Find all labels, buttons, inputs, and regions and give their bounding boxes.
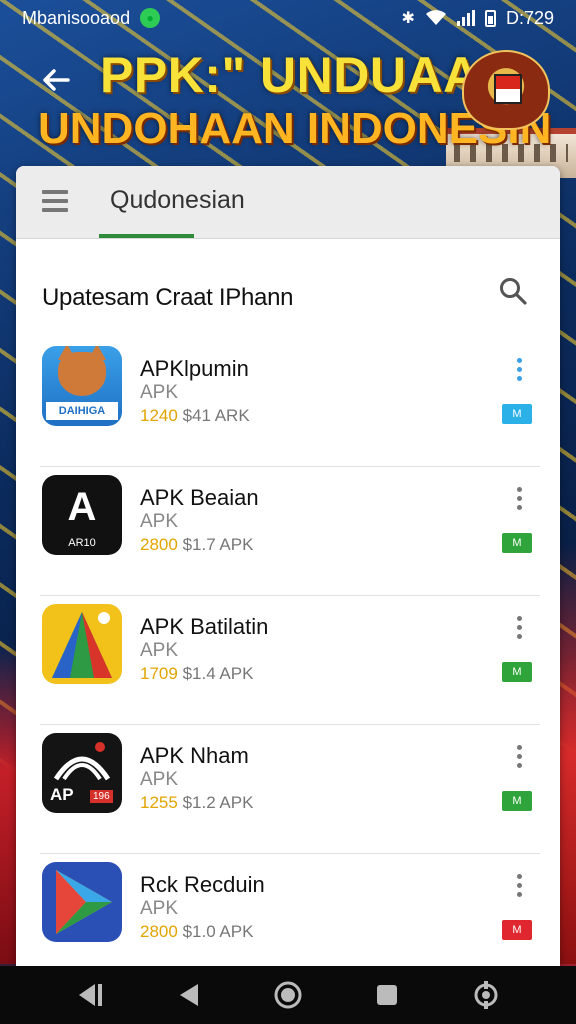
back-icon[interactable] [171, 977, 207, 1013]
battery-icon [484, 9, 496, 27]
list-item[interactable]: A AR10 APK Beaian APK 2800 $1.7 APK M [40, 467, 540, 596]
list-item[interactable]: Rck Recduin APK 2800 $1.0 APK M [40, 854, 540, 966]
app-type: APK [140, 898, 179, 919]
app-meta: 2800 $1.0 APK [140, 922, 254, 941]
more-options-icon[interactable] [514, 358, 524, 388]
carrier-label: Mbanisooaod [22, 7, 131, 28]
tab-indicator [99, 234, 194, 238]
app-meta: 1240 $41 ARK [140, 406, 250, 425]
section-title: Upatesam Craat IPhann [42, 284, 294, 311]
app-name: APK Beaian [140, 485, 259, 510]
app-meta: 1709 $1.4 APK [140, 664, 254, 683]
signal-icon [456, 10, 475, 26]
recents-icon[interactable] [369, 977, 405, 1013]
clock: D:729 [505, 7, 554, 28]
emblem-logo [462, 50, 550, 130]
list-item[interactable]: AP 196 APK Nham APK 1255 $1.2 APK M [40, 725, 540, 854]
more-options-icon[interactable] [514, 745, 524, 775]
hamburger-menu-icon[interactable] [42, 190, 68, 212]
more-options-icon[interactable] [514, 616, 524, 646]
app-meta: 1255 $1.2 APK [140, 793, 254, 812]
search-icon[interactable] [498, 276, 528, 306]
notification-icon: ● [140, 8, 161, 28]
app-type: APK [140, 511, 179, 532]
tab-qudonesian[interactable]: Qudonesian [110, 186, 245, 215]
app-list-card: Qudonesian Upatesam Craat IPhann DAIHIGA… [16, 166, 560, 966]
app-list: DAIHIGA APKlpumin APK 1240 $41 ARK M A A… [40, 338, 540, 966]
status-badge: M [502, 533, 532, 553]
app-type: APK [140, 640, 179, 661]
black-ap-icon: AP 196 [42, 733, 122, 813]
app-name: APK Batilatin [140, 614, 269, 639]
app-name: APKlpumin [140, 356, 249, 381]
wifi-icon [425, 10, 446, 25]
app-meta: 2800 $1.7 APK [140, 535, 254, 554]
app-bar: Qudonesian [16, 166, 560, 239]
fox-icon: DAIHIGA [42, 346, 122, 426]
assistant-icon[interactable] [468, 977, 504, 1013]
status-badge: M [502, 404, 532, 424]
list-item[interactable]: APK Batilatin APK 1709 $1.4 APK M [40, 596, 540, 725]
bluetooth-icon: ✱ [401, 10, 415, 27]
app-type: APK [140, 769, 179, 790]
app-name: APK Nham [140, 743, 249, 768]
app-name: Rck Recduin [140, 872, 265, 897]
play-icon [42, 862, 122, 942]
navigation-bar [0, 966, 576, 1024]
list-item[interactable]: DAIHIGA APKlpumin APK 1240 $41 ARK M [40, 338, 540, 467]
more-options-icon[interactable] [514, 487, 524, 517]
triangle-icon [42, 604, 122, 684]
status-bar: Mbanisooaod ● ✱ D:729 [0, 0, 576, 36]
status-badge: M [502, 920, 532, 940]
black-a-icon: A AR10 [42, 475, 122, 555]
status-badge: M [502, 662, 532, 682]
banner-title-line1: PPK:" UNDUAAN [100, 47, 517, 103]
app-type: APK [140, 382, 179, 403]
back-arrow-icon[interactable] [38, 62, 78, 98]
previous-icon[interactable] [72, 977, 108, 1013]
home-icon[interactable] [270, 977, 306, 1013]
more-options-icon[interactable] [514, 874, 524, 904]
status-badge: M [502, 791, 532, 811]
